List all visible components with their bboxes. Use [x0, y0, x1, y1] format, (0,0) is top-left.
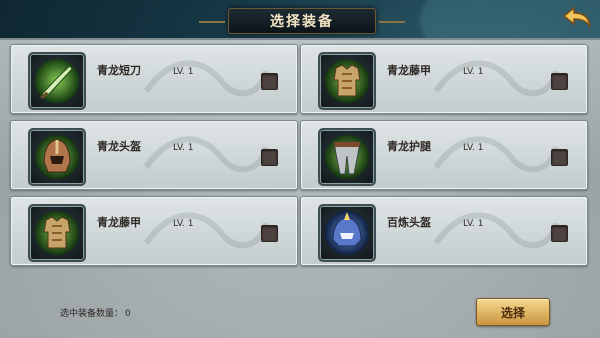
item-name: 青龙护腿: [387, 140, 431, 153]
armor-icon: [35, 211, 79, 255]
equipment-card[interactable]: 青龙藤甲 LV. 1: [300, 44, 588, 114]
swirl-decoration: [143, 212, 269, 249]
item-level: LV. 1: [463, 143, 484, 153]
equipment-card[interactable]: 青龙护腿 LV. 1: [300, 120, 588, 190]
helmet-blue-icon: [325, 211, 369, 255]
swirl-decoration: [433, 60, 559, 97]
dagger-icon: [35, 59, 79, 103]
item-icon-frame: [28, 52, 86, 110]
item-level: LV. 1: [173, 219, 194, 229]
select-checkbox[interactable]: [551, 149, 568, 166]
item-name: 青龙藤甲: [387, 64, 431, 77]
item-level: LV. 1: [173, 143, 194, 153]
equipment-card[interactable]: 青龙头盔 LV. 1: [10, 120, 298, 190]
item-level: LV. 1: [463, 67, 484, 77]
select-checkbox[interactable]: [261, 73, 278, 90]
back-arrow-icon: [562, 6, 592, 29]
item-name: 百炼头盔: [387, 216, 431, 229]
page-title-bar: 选择装备: [199, 8, 405, 34]
selected-count-text: 选中装备数量：: [60, 309, 124, 319]
item-icon-frame: [318, 128, 376, 186]
page-title: 选择装备: [270, 14, 334, 30]
item-icon-frame: [318, 204, 376, 262]
equipment-card[interactable]: 青龙短刀 LV. 1: [10, 44, 298, 114]
select-checkbox[interactable]: [551, 225, 568, 242]
swirl-decoration: [143, 136, 269, 173]
item-icon-frame: [28, 128, 86, 186]
item-level: LV. 1: [463, 219, 484, 229]
item-name: 青龙短刀: [97, 64, 141, 77]
select-checkbox[interactable]: [261, 149, 278, 166]
item-name: 青龙头盔: [97, 140, 141, 153]
swirl-decoration: [433, 212, 559, 249]
equipment-card[interactable]: 青龙藤甲 LV. 1: [10, 196, 298, 266]
item-icon-frame: [28, 204, 86, 262]
item-level: LV. 1: [173, 67, 194, 77]
item-icon-frame: [318, 52, 376, 110]
selected-count-label: 选中装备数量： 0: [60, 306, 131, 319]
leg-guard-icon: [325, 135, 369, 179]
swirl-decoration: [433, 136, 559, 173]
swirl-decoration: [143, 60, 269, 97]
helmet-icon: [35, 135, 79, 179]
back-button[interactable]: [562, 6, 592, 29]
selected-count-value: 0: [125, 309, 131, 319]
item-name: 青龙藤甲: [97, 216, 141, 229]
armor-icon: [325, 59, 369, 103]
select-checkbox[interactable]: [261, 225, 278, 242]
select-button[interactable]: 选择: [476, 298, 550, 326]
equipment-card[interactable]: 百炼头盔 LV. 1: [300, 196, 588, 266]
select-checkbox[interactable]: [551, 73, 568, 90]
